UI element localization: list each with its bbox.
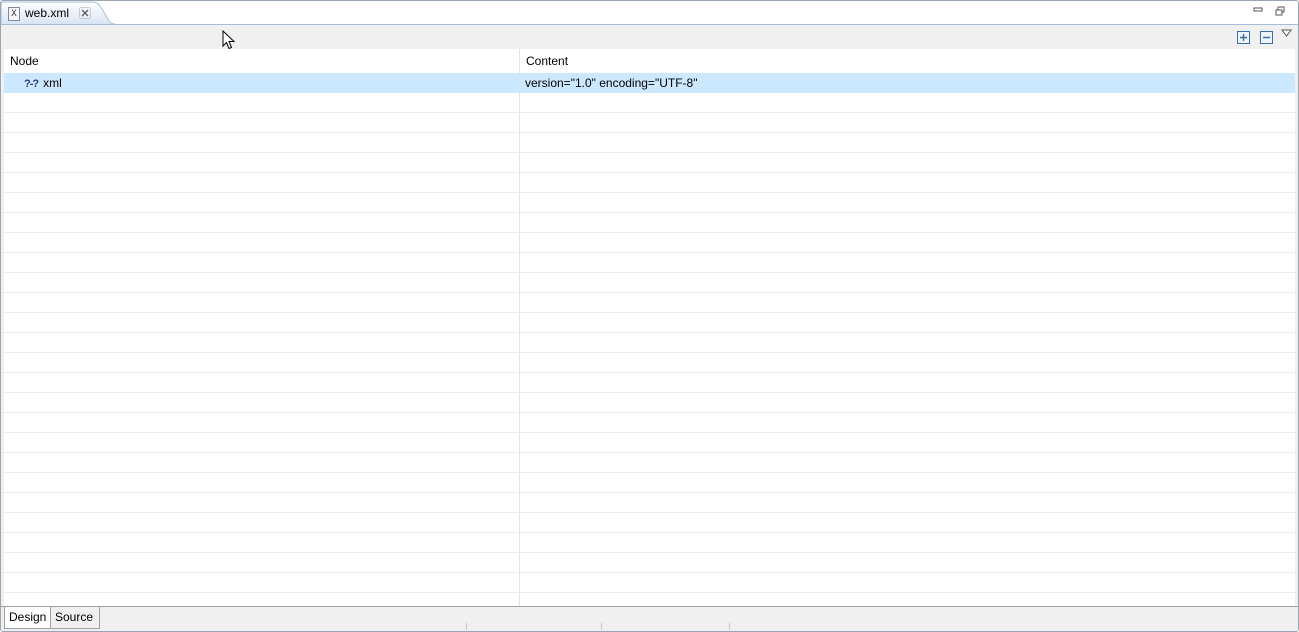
table-row[interactable]: ?-? xml version="1.0" encoding="UTF-8" (4, 73, 1295, 93)
table-header: Node Content (4, 49, 1295, 73)
status-divider (729, 623, 730, 630)
empty-row (4, 393, 1295, 413)
xml-file-icon: X (8, 7, 20, 21)
restore-icon[interactable] (1273, 5, 1287, 17)
empty-row (4, 193, 1295, 213)
node-name: xml (43, 76, 62, 90)
editor-tab-web-xml[interactable]: X web.xml (1, 1, 123, 25)
empty-row (4, 233, 1295, 253)
status-divider (601, 623, 602, 630)
empty-row (4, 553, 1295, 573)
empty-row (4, 293, 1295, 313)
table-rows: ?-? xml version="1.0" encoding="UTF-8" (4, 73, 1295, 606)
column-header-content[interactable]: Content (520, 49, 1295, 73)
tab-design[interactable]: Design (4, 607, 51, 629)
node-cell: ?-? xml (24, 76, 62, 90)
minimize-icon[interactable] (1251, 5, 1265, 17)
empty-row (4, 113, 1295, 133)
empty-row (4, 173, 1295, 193)
empty-row (4, 153, 1295, 173)
empty-row (4, 493, 1295, 513)
status-divider (466, 623, 467, 630)
empty-row (4, 453, 1295, 473)
empty-row (4, 533, 1295, 553)
empty-row (4, 213, 1295, 233)
design-tree-table[interactable]: Node Content ?-? xml version="1.0" encodi… (4, 49, 1295, 606)
empty-row (4, 573, 1295, 593)
empty-row (4, 333, 1295, 353)
empty-row (4, 513, 1295, 533)
empty-row (4, 93, 1295, 113)
empty-row (4, 373, 1295, 393)
editor-tab-label: web.xml (25, 6, 70, 20)
column-header-node[interactable]: Node (4, 49, 519, 73)
close-icon[interactable] (79, 7, 91, 19)
empty-row (4, 433, 1295, 453)
empty-row (4, 413, 1295, 433)
expand-all-icon[interactable] (1237, 31, 1250, 44)
editor-page-tabs: Design Source (1, 606, 1298, 631)
editor-toolbar (1, 25, 1298, 49)
empty-row (4, 253, 1295, 273)
empty-row (4, 313, 1295, 333)
editor-tab-bar: X web.xml (1, 1, 1298, 25)
empty-row (4, 473, 1295, 493)
content-cell: version="1.0" encoding="UTF-8" (525, 76, 698, 90)
view-menu-icon[interactable] (1281, 29, 1292, 37)
empty-row (4, 353, 1295, 373)
tab-source[interactable]: Source (51, 607, 100, 629)
empty-row (4, 593, 1295, 606)
editor-frame: X web.xml Node Content ?-? xml version="… (0, 0, 1299, 632)
empty-row (4, 133, 1295, 153)
empty-row (4, 273, 1295, 293)
collapse-all-icon[interactable] (1260, 31, 1273, 44)
processing-instruction-icon: ?-? (24, 78, 39, 90)
